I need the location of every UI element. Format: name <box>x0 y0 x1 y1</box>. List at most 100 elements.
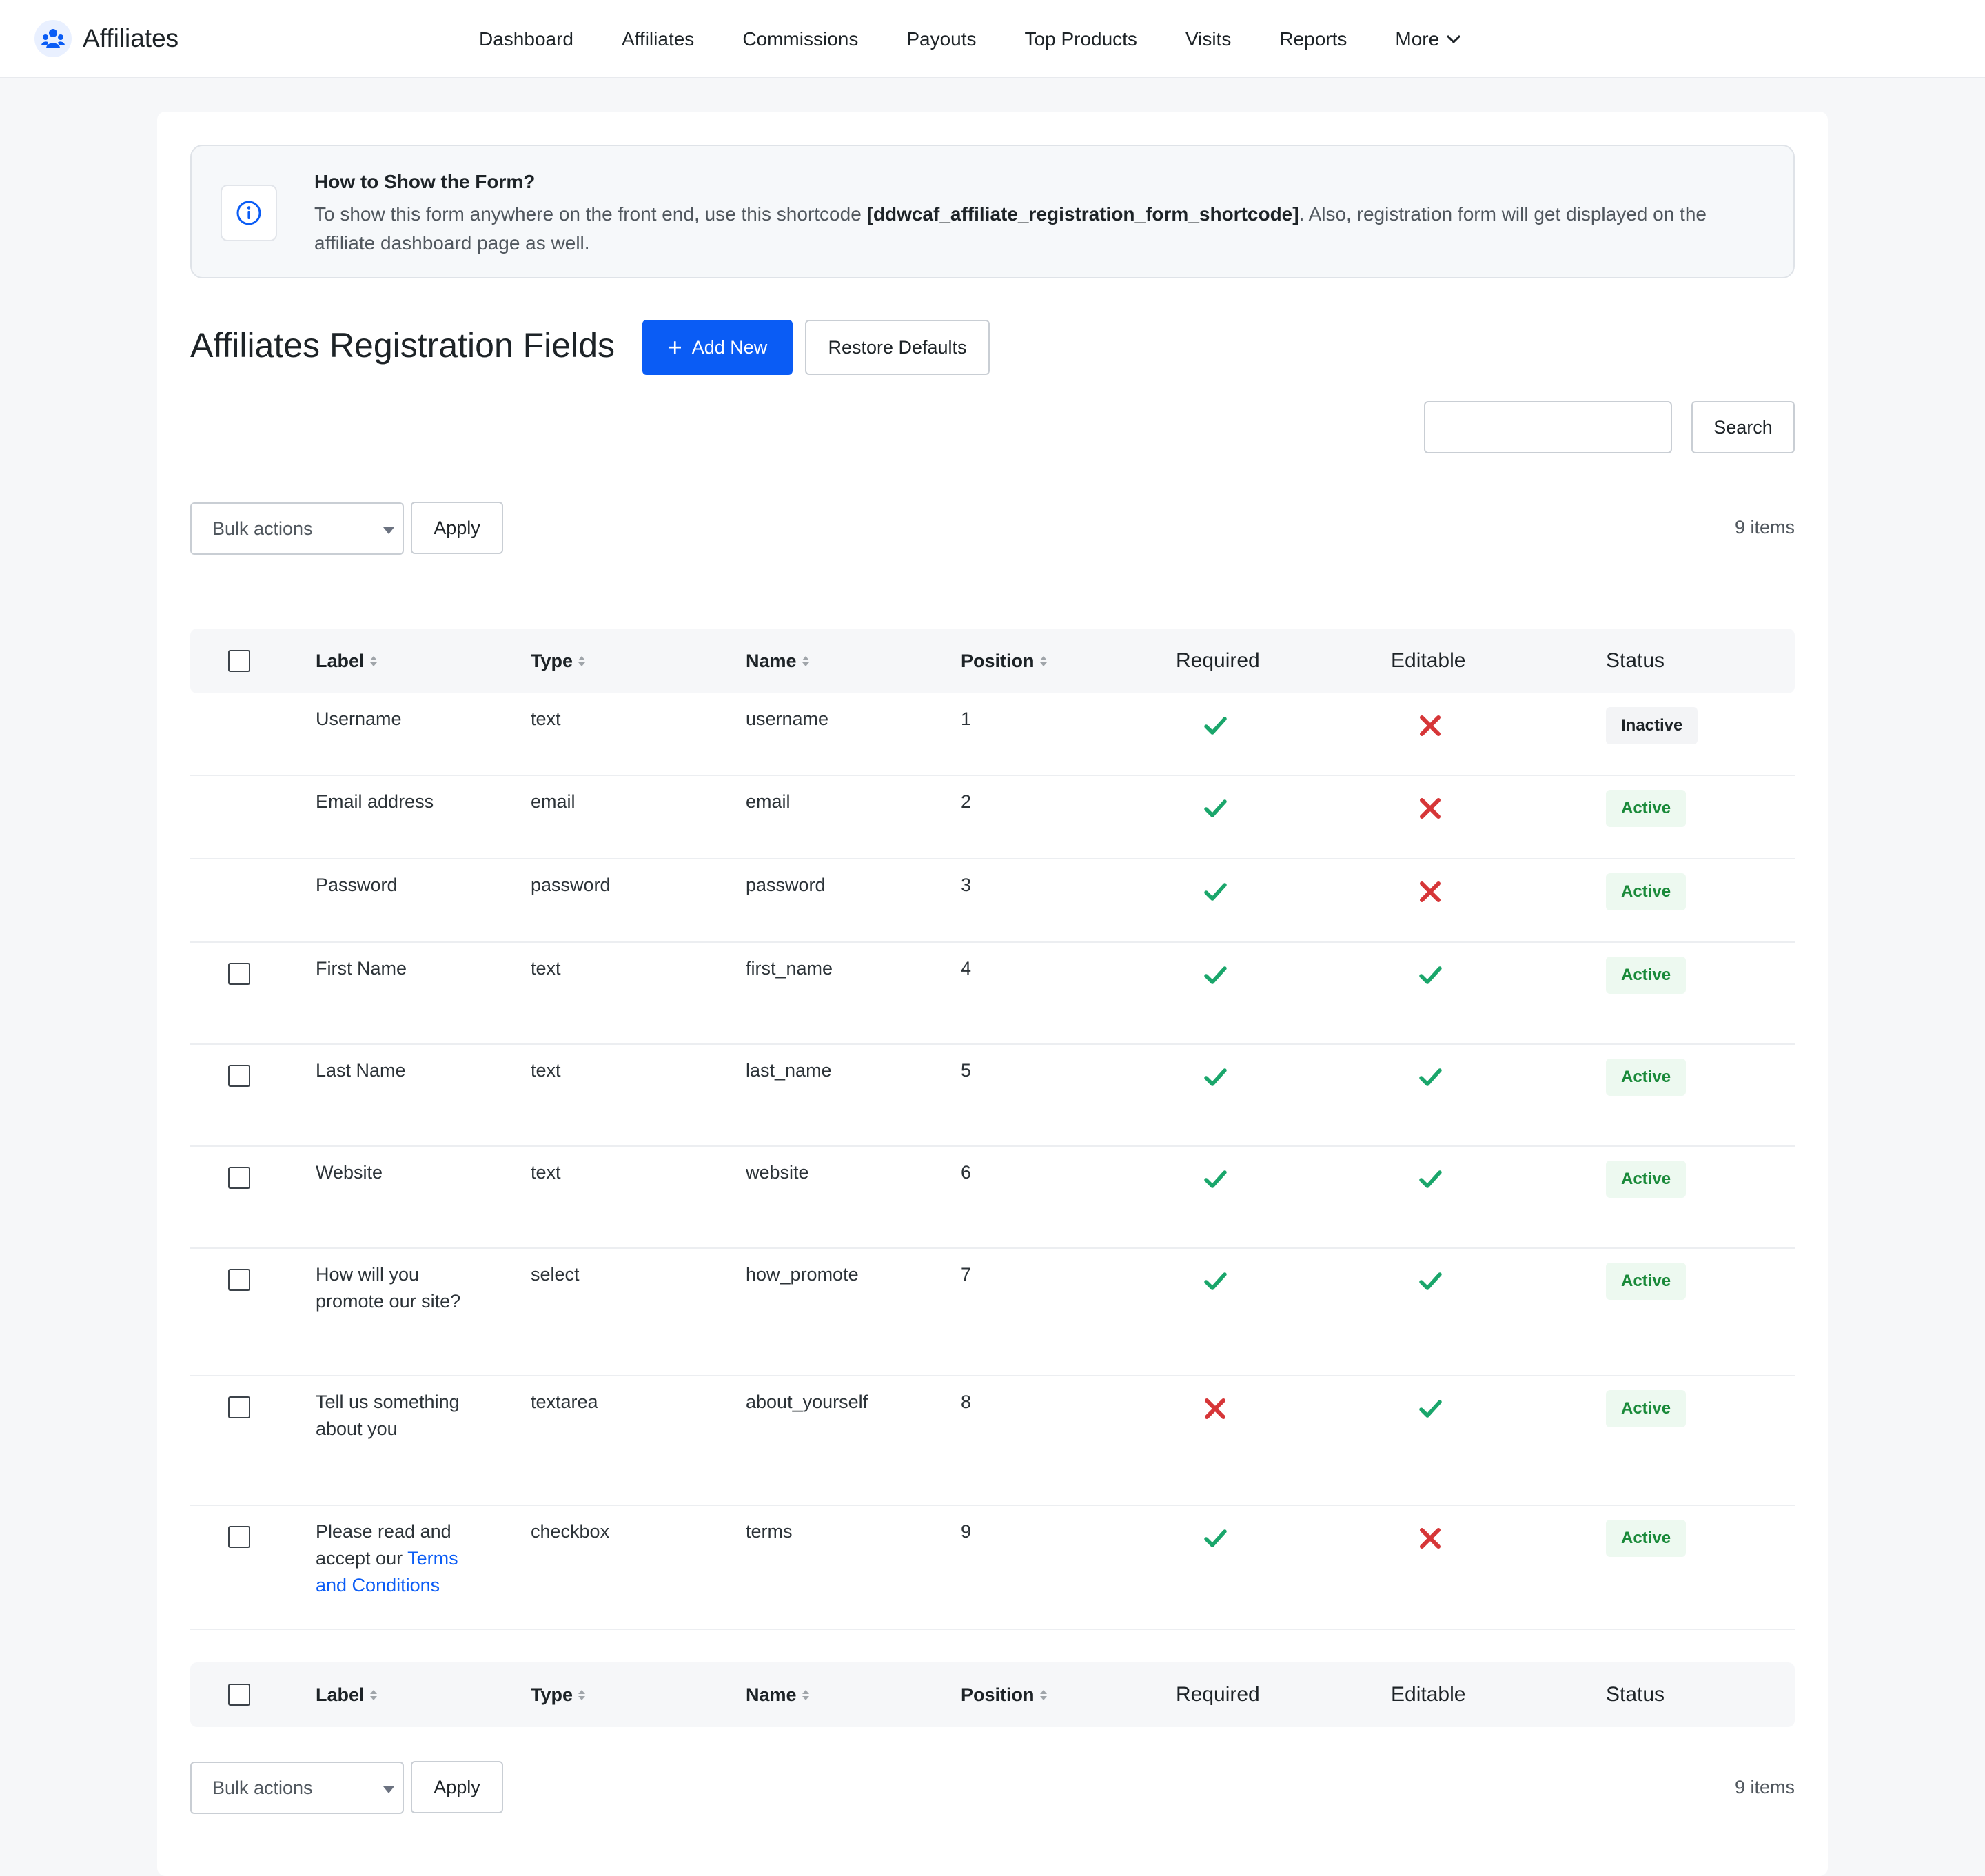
table-row: How will you promote our site? select how_p… <box>190 1249 1795 1376</box>
cell-position: 5 <box>961 1060 972 1081</box>
cell-position: 7 <box>961 1264 972 1285</box>
cell-name: username <box>746 708 829 729</box>
sort-icon <box>802 655 809 666</box>
column-name[interactable]: Name <box>746 629 809 693</box>
cell-label-line1: Tell us something <box>316 1391 460 1412</box>
cell-label-line2: accept our <box>316 1548 408 1569</box>
cell-label-line1: Please read and <box>316 1521 451 1542</box>
column-position[interactable]: Position <box>961 629 1047 693</box>
sort-icon <box>578 655 586 666</box>
nav-more-label: More <box>1395 28 1440 50</box>
status-badge: Active <box>1606 790 1687 827</box>
sort-icon <box>369 1689 377 1700</box>
cell-position: 1 <box>961 708 972 729</box>
column-label-text: Label <box>316 650 365 671</box>
conditions-link[interactable]: and Conditions <box>316 1575 440 1595</box>
apply-button-bottom[interactable]: Apply <box>411 1761 503 1813</box>
sort-icon <box>1039 1689 1047 1700</box>
check-icon <box>1202 795 1228 822</box>
affiliate-people-icon <box>34 20 72 57</box>
column-type-text: Type <box>531 650 573 671</box>
row-checkbox[interactable] <box>228 1167 250 1189</box>
table-row: Website text website 6 Active <box>190 1147 1795 1249</box>
info-box: How to Show the Form? To show this form … <box>190 145 1795 278</box>
row-checkbox[interactable] <box>228 1396 250 1418</box>
nav-dashboard[interactable]: Dashboard <box>479 28 573 50</box>
add-new-label: Add New <box>691 336 768 358</box>
cross-icon <box>1417 1525 1443 1551</box>
column-required: Required <box>1176 649 1260 672</box>
top-navigation-bar: Affiliates Dashboard Affiliates Commissi… <box>0 0 1985 78</box>
column-editable-footer: Editable <box>1391 1683 1466 1706</box>
column-label[interactable]: Label <box>316 629 377 693</box>
check-icon <box>1417 1268 1443 1294</box>
cell-type: textarea <box>531 1391 598 1412</box>
table-row: Email address email email 2 Active <box>190 776 1795 859</box>
items-count-bottom: 9 items <box>1734 1777 1795 1797</box>
column-editable: Editable <box>1391 649 1466 672</box>
restore-defaults-button[interactable]: Restore Defaults <box>805 320 990 375</box>
bulk-actions-label: Bulk actions <box>212 1777 313 1798</box>
bulk-actions-select-bottom[interactable]: Bulk actions <box>190 1762 404 1814</box>
cell-label: Last Name <box>316 1060 406 1081</box>
terms-link[interactable]: Terms <box>407 1548 458 1569</box>
nav-payouts[interactable]: Payouts <box>906 28 976 50</box>
column-status-footer: Status <box>1606 1683 1665 1706</box>
row-checkbox[interactable] <box>228 1065 250 1087</box>
cross-icon <box>1417 713 1443 739</box>
table-row: Username text username 1 Inactive <box>190 693 1795 776</box>
cell-name: email <box>746 791 791 812</box>
column-type-footer[interactable]: Type <box>531 1662 586 1727</box>
cell-label: Tell us something about you <box>316 1389 495 1442</box>
apply-button-top[interactable]: Apply <box>411 502 503 554</box>
cell-type: checkbox <box>531 1521 610 1542</box>
status-badge: Active <box>1606 1390 1687 1427</box>
cell-label: How will you promote our site? <box>316 1261 495 1315</box>
main-nav: Dashboard Affiliates Commissions Payouts… <box>479 0 1509 78</box>
row-checkbox[interactable] <box>228 1269 250 1291</box>
cross-icon <box>1417 879 1443 905</box>
cell-label: Password <box>316 875 398 895</box>
cell-type: select <box>531 1264 580 1285</box>
search-input[interactable] <box>1424 401 1672 453</box>
check-icon <box>1202 879 1228 905</box>
brand[interactable]: Affiliates <box>34 18 179 59</box>
sort-icon <box>369 655 377 666</box>
check-icon <box>1202 713 1228 739</box>
bulk-actions-select-top[interactable]: Bulk actions <box>190 502 404 555</box>
column-position-footer[interactable]: Position <box>961 1662 1047 1727</box>
select-all-checkbox[interactable] <box>228 650 250 672</box>
check-icon <box>1202 1525 1228 1551</box>
table-row: Last Name text last_name 5 Active <box>190 1045 1795 1147</box>
column-position-text: Position <box>961 650 1035 671</box>
check-icon <box>1417 1064 1443 1090</box>
add-new-button[interactable]: + Add New <box>642 320 793 375</box>
cell-position: 2 <box>961 791 972 812</box>
nav-affiliates[interactable]: Affiliates <box>622 28 694 50</box>
nav-reports[interactable]: Reports <box>1279 28 1347 50</box>
column-type[interactable]: Type <box>531 629 586 693</box>
row-checkbox[interactable] <box>228 963 250 985</box>
cell-label-line2: about you <box>316 1418 398 1439</box>
cell-type: text <box>531 958 561 979</box>
column-name-footer[interactable]: Name <box>746 1662 809 1727</box>
check-icon <box>1202 1064 1228 1090</box>
table-footer: Label Type Name Position Required Editab… <box>190 1662 1795 1727</box>
check-icon <box>1202 1166 1228 1192</box>
status-badge: Active <box>1606 1161 1687 1198</box>
cell-name: website <box>746 1162 809 1183</box>
status-badge: Inactive <box>1606 707 1698 744</box>
table-row: First Name text first_name 4 Active <box>190 943 1795 1045</box>
nav-top-products[interactable]: Top Products <box>1025 28 1137 50</box>
nav-commissions[interactable]: Commissions <box>742 28 858 50</box>
column-name-text: Name <box>746 1684 797 1705</box>
select-all-checkbox-bottom[interactable] <box>228 1684 250 1706</box>
page-title: Affiliates Registration Fields <box>190 326 615 365</box>
nav-visits[interactable]: Visits <box>1185 28 1231 50</box>
search-button[interactable]: Search <box>1691 401 1795 453</box>
row-checkbox[interactable] <box>228 1526 250 1548</box>
nav-more[interactable]: More <box>1395 28 1461 50</box>
status-badge: Active <box>1606 1263 1687 1300</box>
column-label-footer[interactable]: Label <box>316 1662 377 1727</box>
cell-label-line2: promote our site? <box>316 1291 461 1312</box>
